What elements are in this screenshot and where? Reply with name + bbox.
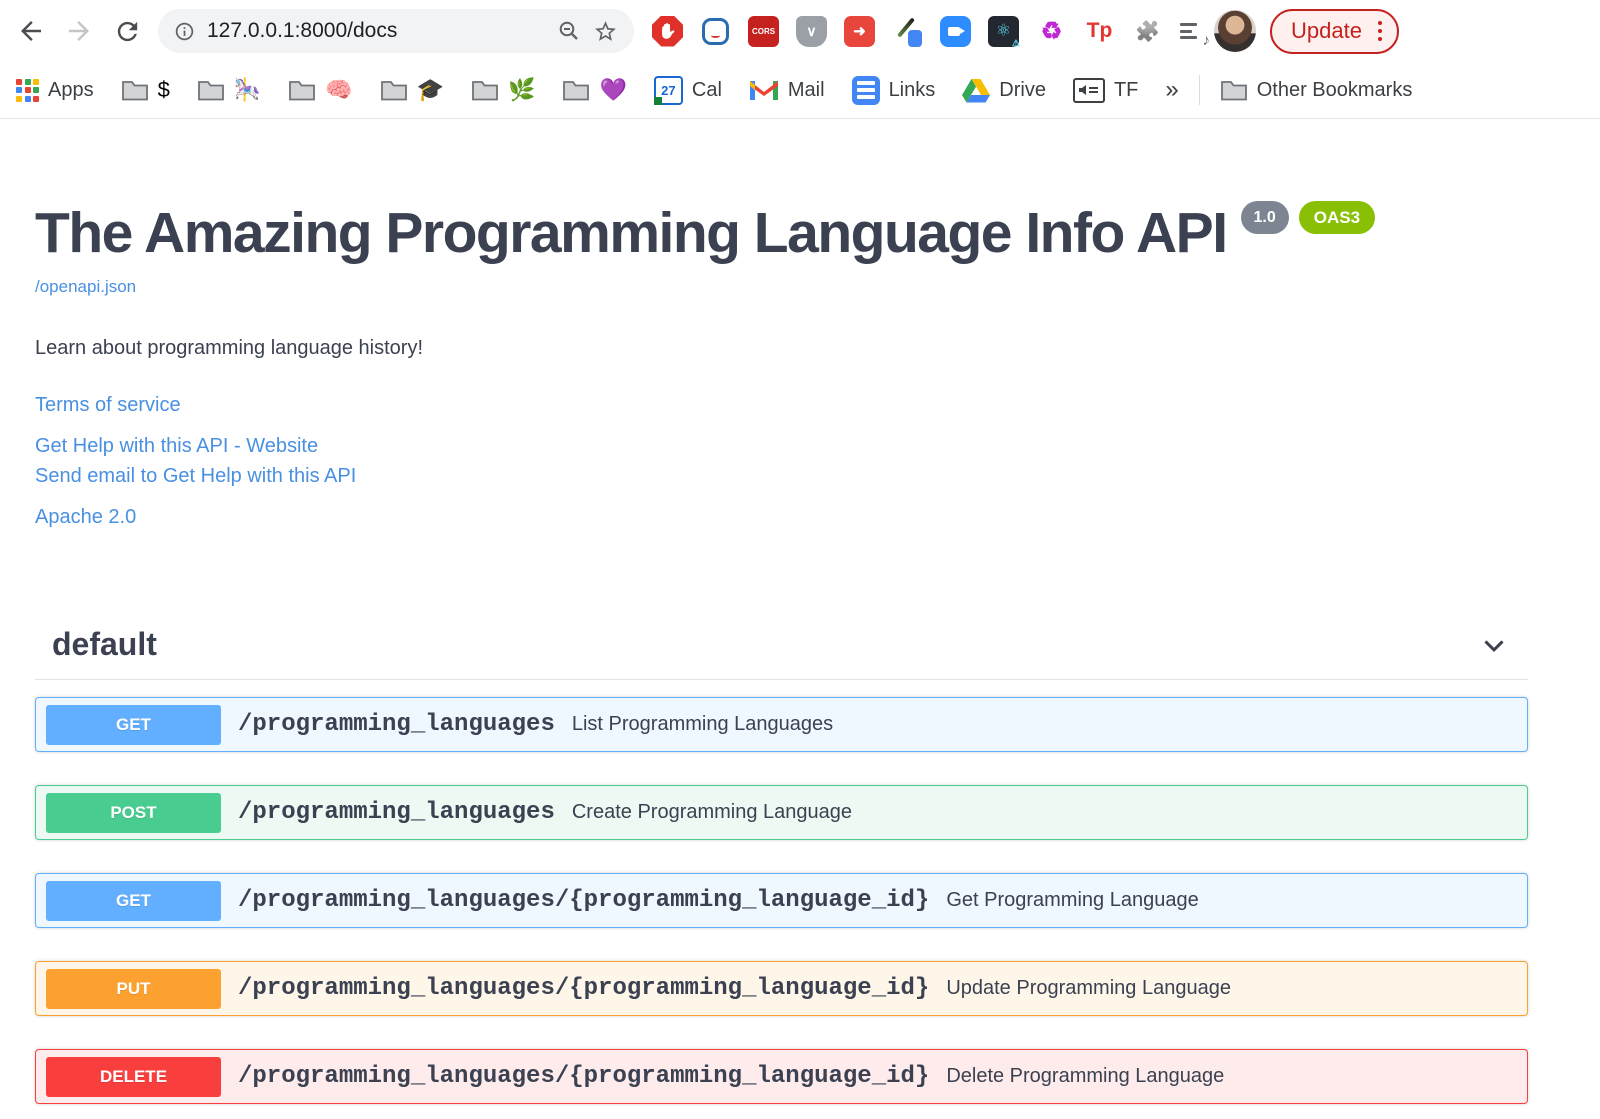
- adblock-icon[interactable]: ✋: [652, 15, 683, 47]
- gmail-icon: [749, 80, 778, 100]
- folder-icon: [472, 80, 498, 100]
- reload-button[interactable]: [110, 14, 144, 48]
- folder-icon: [289, 80, 316, 100]
- endpoint-path: /programming_languages: [238, 799, 555, 826]
- section-title: default: [52, 626, 157, 662]
- bookmark-tf[interactable]: TF: [1072, 77, 1138, 103]
- folder-icon: [1220, 80, 1247, 100]
- site-info-icon[interactable]: [174, 21, 195, 42]
- endpoint-row-get-language[interactable]: GET /programming_languages/{programming_…: [35, 873, 1528, 928]
- forward-arrow-icon: [69, 21, 89, 41]
- swagger-page: The Amazing Programming Language Info AP…: [0, 201, 1600, 1104]
- pocket-shield-icon[interactable]: ∨: [796, 15, 827, 47]
- url-text[interactable]: 127.0.0.1:8000/docs: [207, 19, 545, 43]
- puzzle-icon[interactable]: 🧩: [1132, 16, 1163, 47]
- method-badge: GET: [46, 880, 221, 921]
- bookmark-folder-carousel[interactable]: 🎠: [197, 79, 261, 102]
- operations-list: GET /programming_languages List Programm…: [35, 697, 1528, 1104]
- endpoint-path: /programming_languages/{programming_lang…: [238, 887, 930, 914]
- bookmark-folder-herb[interactable]: 🌿: [471, 79, 535, 102]
- method-badge: PUT: [46, 968, 221, 1009]
- update-label: Update: [1291, 18, 1362, 43]
- method-badge: GET: [46, 704, 221, 745]
- page-title: The Amazing Programming Language Info AP…: [35, 201, 1228, 265]
- bookmark-folder-heart[interactable]: 💜: [562, 79, 627, 102]
- endpoint-summary: Get Programming Language: [946, 889, 1199, 911]
- bookmark-folder-money[interactable]: $: [121, 79, 170, 102]
- back-arrow-icon: [21, 21, 41, 41]
- tf-speaker-icon: [1072, 77, 1105, 103]
- oas3-badge: OAS3: [1298, 201, 1376, 234]
- endpoint-summary: Create Programming Language: [571, 801, 853, 823]
- links-icon: [851, 75, 880, 105]
- endpoint-row-delete-language[interactable]: DELETE /programming_languages/{programmi…: [35, 1049, 1528, 1104]
- version-badge: 1.0: [1240, 201, 1289, 234]
- bookmark-links[interactable]: Links: [851, 75, 935, 105]
- red-arrow-icon[interactable]: ➜: [844, 15, 875, 47]
- endpoint-path: /programming_languages/{programming_lang…: [238, 975, 930, 1002]
- bookmarks-divider: [1198, 75, 1200, 105]
- bookmark-star-icon[interactable]: [593, 19, 618, 44]
- endpoint-row-create-language[interactable]: POST /programming_languages Create Progr…: [35, 785, 1528, 840]
- license-link[interactable]: Apache 2.0: [35, 506, 1528, 529]
- help-email-link[interactable]: Send email to Get Help with this API: [35, 465, 1528, 488]
- endpoint-row-update-language[interactable]: PUT /programming_languages/{programming_…: [35, 961, 1528, 1016]
- api-title-row: The Amazing Programming Language Info AP…: [35, 201, 1528, 265]
- bookmark-calendar[interactable]: 27 Cal: [653, 75, 722, 105]
- endpoint-summary: Update Programming Language: [946, 977, 1231, 999]
- endpoint-path: /programming_languages: [238, 711, 555, 738]
- api-links: Terms of service Get Help with this API …: [35, 394, 1528, 529]
- method-badge: POST: [46, 792, 221, 833]
- folder-icon: [121, 80, 148, 100]
- chevron-down-icon[interactable]: [1477, 628, 1511, 662]
- terms-of-service-link[interactable]: Terms of service: [35, 394, 1528, 417]
- apps-grid-icon: [16, 78, 39, 102]
- bookmark-folder-brain[interactable]: 🧠: [288, 79, 353, 102]
- recycle-icon[interactable]: ♻︎: [1036, 16, 1067, 47]
- update-button[interactable]: Update: [1270, 8, 1400, 54]
- api-badges: 1.0 OAS3: [1240, 201, 1376, 234]
- other-bookmarks[interactable]: Other Bookmarks: [1220, 79, 1412, 102]
- bookmarks-bar: Apps $ 🎠 🧠 🎓 🌿 💜 27 Cal Mail Links Drive…: [0, 62, 1600, 119]
- zoom-camera-icon[interactable]: [940, 15, 971, 47]
- extension-strip: ✋ CORS ∨ ➜ ⚛ ⚠ ♻︎ Tp 🧩 ♪: [652, 15, 1211, 49]
- comment-bubble-icon[interactable]: [700, 16, 731, 47]
- bookmark-apps[interactable]: Apps: [16, 78, 94, 102]
- zoom-out-icon[interactable]: [557, 19, 581, 43]
- browser-menu-icon[interactable]: [1377, 20, 1383, 42]
- reload-icon: [117, 21, 137, 41]
- folder-icon: [563, 80, 590, 100]
- folder-icon: [380, 80, 407, 100]
- react-devtools-icon[interactable]: ⚛ ⚠: [988, 15, 1020, 48]
- method-badge: DELETE: [46, 1056, 221, 1097]
- folder-icon: [197, 80, 224, 100]
- color-picker-icon[interactable]: [892, 16, 923, 47]
- section-default-header[interactable]: default: [35, 626, 1528, 680]
- endpoint-path: /programming_languages/{programming_lang…: [238, 1063, 930, 1090]
- bookmark-drive[interactable]: Drive: [962, 78, 1046, 103]
- calendar-icon: 27: [653, 75, 683, 105]
- endpoint-summary: Delete Programming Language: [946, 1065, 1225, 1087]
- back-button[interactable]: [14, 14, 48, 48]
- cors-icon[interactable]: CORS: [748, 15, 779, 47]
- address-bar[interactable]: 127.0.0.1:8000/docs: [158, 9, 634, 53]
- tp-icon[interactable]: Tp: [1084, 16, 1115, 47]
- profile-avatar[interactable]: [1214, 10, 1256, 52]
- endpoint-summary: List Programming Languages: [571, 713, 834, 735]
- playlist-icon[interactable]: ♪: [1180, 16, 1211, 49]
- help-website-link[interactable]: Get Help with this API - Website: [35, 435, 1528, 458]
- endpoint-row-list-languages[interactable]: GET /programming_languages List Programm…: [35, 697, 1528, 752]
- forward-button[interactable]: [62, 14, 96, 48]
- api-description: Learn about programming language history…: [35, 337, 424, 359]
- bookmark-folder-education[interactable]: 🎓: [380, 79, 444, 102]
- bookmark-mail[interactable]: Mail: [749, 79, 825, 102]
- openapi-spec-link[interactable]: /openapi.json: [35, 277, 136, 297]
- browser-toolbar: 127.0.0.1:8000/docs ✋ CORS ∨ ➜ ⚛ ⚠ ♻︎ Tp …: [0, 0, 1600, 62]
- drive-icon: [962, 78, 991, 102]
- bookmarks-overflow-chevron[interactable]: »: [1165, 76, 1178, 104]
